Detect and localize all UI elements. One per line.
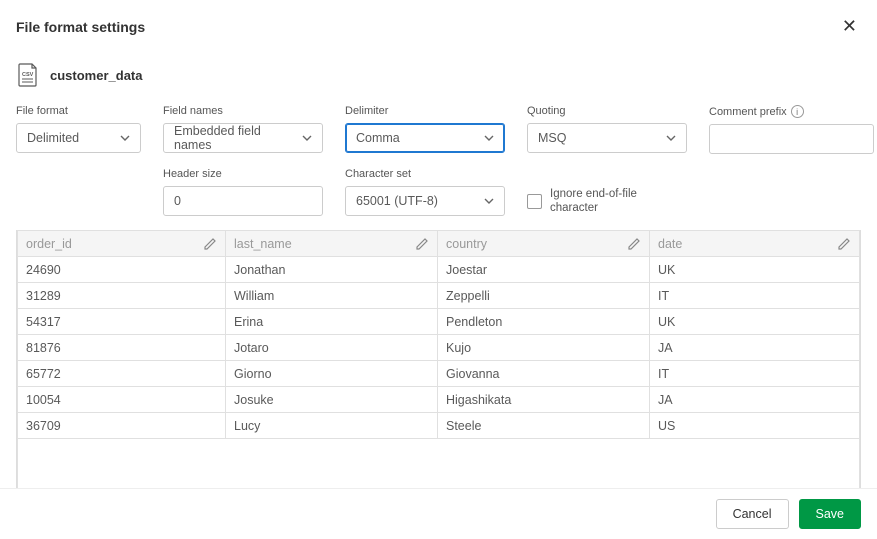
field-names-label: Field names bbox=[163, 105, 323, 117]
table-row: 31289WilliamZeppelliIT bbox=[18, 283, 860, 309]
table-cell: Lucy bbox=[226, 413, 438, 439]
chevron-down-icon bbox=[302, 133, 312, 143]
table-cell: Zeppelli bbox=[438, 283, 650, 309]
table-cell: Josuke bbox=[226, 387, 438, 413]
character-set-select[interactable]: 65001 (UTF-8) bbox=[345, 186, 505, 216]
table-row: 24690JonathanJoestarUK bbox=[18, 257, 860, 283]
file-format-select[interactable]: Delimited bbox=[16, 123, 141, 153]
dialog-title: File format settings bbox=[16, 19, 145, 35]
chevron-down-icon bbox=[484, 196, 494, 206]
table-cell: JA bbox=[650, 335, 860, 361]
comment-prefix-input[interactable] bbox=[709, 124, 874, 154]
csv-file-icon: CSV bbox=[16, 63, 40, 87]
table-cell: Joestar bbox=[438, 257, 650, 283]
table-cell: UK bbox=[650, 257, 860, 283]
table-row: 81876JotaroKujoJA bbox=[18, 335, 860, 361]
table-cell: UK bbox=[650, 309, 860, 335]
quoting-label: Quoting bbox=[527, 105, 687, 117]
table-cell: 36709 bbox=[18, 413, 226, 439]
info-icon[interactable]: i bbox=[791, 105, 804, 118]
save-button[interactable]: Save bbox=[799, 499, 862, 529]
table-cell: 65772 bbox=[18, 361, 226, 387]
column-header-last-name[interactable]: last_name bbox=[226, 231, 438, 257]
chevron-down-icon bbox=[120, 133, 130, 143]
table-cell: US bbox=[650, 413, 860, 439]
empty-area bbox=[18, 439, 860, 493]
edit-icon[interactable] bbox=[837, 237, 851, 251]
table-cell: Giorno bbox=[226, 361, 438, 387]
comment-prefix-label: Comment prefix i bbox=[709, 105, 874, 118]
chevron-down-icon bbox=[666, 133, 676, 143]
table-cell: Jonathan bbox=[226, 257, 438, 283]
table-cell: Steele bbox=[438, 413, 650, 439]
table-cell: 81876 bbox=[18, 335, 226, 361]
delimiter-label: Delimiter bbox=[345, 105, 505, 117]
ignore-eof-checkbox[interactable] bbox=[527, 194, 542, 209]
table-cell: Erina bbox=[226, 309, 438, 335]
delimiter-select[interactable]: Comma bbox=[345, 123, 505, 153]
field-names-value: Embedded field names bbox=[174, 124, 294, 152]
close-icon[interactable]: ✕ bbox=[838, 14, 861, 39]
field-names-select[interactable]: Embedded field names bbox=[163, 123, 323, 153]
chevron-down-icon bbox=[484, 133, 494, 143]
table-cell: 24690 bbox=[18, 257, 226, 283]
column-header-country[interactable]: country bbox=[438, 231, 650, 257]
svg-text:CSV: CSV bbox=[22, 72, 34, 78]
table-cell: 54317 bbox=[18, 309, 226, 335]
quoting-value: MSQ bbox=[538, 131, 566, 145]
character-set-value: 65001 (UTF-8) bbox=[356, 194, 438, 208]
table-cell: IT bbox=[650, 361, 860, 387]
table-cell: Higashikata bbox=[438, 387, 650, 413]
table-row: 54317ErinaPendletonUK bbox=[18, 309, 860, 335]
column-header-date[interactable]: date bbox=[650, 231, 860, 257]
table-cell: 10054 bbox=[18, 387, 226, 413]
table-cell: Kujo bbox=[438, 335, 650, 361]
delimiter-value: Comma bbox=[356, 131, 400, 145]
header-size-input[interactable] bbox=[163, 186, 323, 216]
table-cell: JA bbox=[650, 387, 860, 413]
table-row: 36709LucySteeleUS bbox=[18, 413, 860, 439]
edit-icon[interactable] bbox=[415, 237, 429, 251]
file-name: customer_data bbox=[50, 68, 142, 83]
cancel-button[interactable]: Cancel bbox=[716, 499, 789, 529]
edit-icon[interactable] bbox=[627, 237, 641, 251]
table-row: 65772GiornoGiovannaIT bbox=[18, 361, 860, 387]
ignore-eof-label: Ignore end-of-file character bbox=[550, 188, 660, 216]
table-cell: Jotaro bbox=[226, 335, 438, 361]
table-cell: William bbox=[226, 283, 438, 309]
table-cell: IT bbox=[650, 283, 860, 309]
file-format-value: Delimited bbox=[27, 131, 79, 145]
character-set-label: Character set bbox=[345, 168, 505, 180]
header-size-label: Header size bbox=[163, 168, 323, 180]
column-header-order-id[interactable]: order_id bbox=[18, 231, 226, 257]
table-cell: 31289 bbox=[18, 283, 226, 309]
edit-icon[interactable] bbox=[203, 237, 217, 251]
table-cell: Pendleton bbox=[438, 309, 650, 335]
table-row: 10054JosukeHigashikataJA bbox=[18, 387, 860, 413]
file-format-label: File format bbox=[16, 105, 141, 117]
preview-table: order_id last_name country date bbox=[16, 230, 861, 494]
table-cell: Giovanna bbox=[438, 361, 650, 387]
quoting-select[interactable]: MSQ bbox=[527, 123, 687, 153]
